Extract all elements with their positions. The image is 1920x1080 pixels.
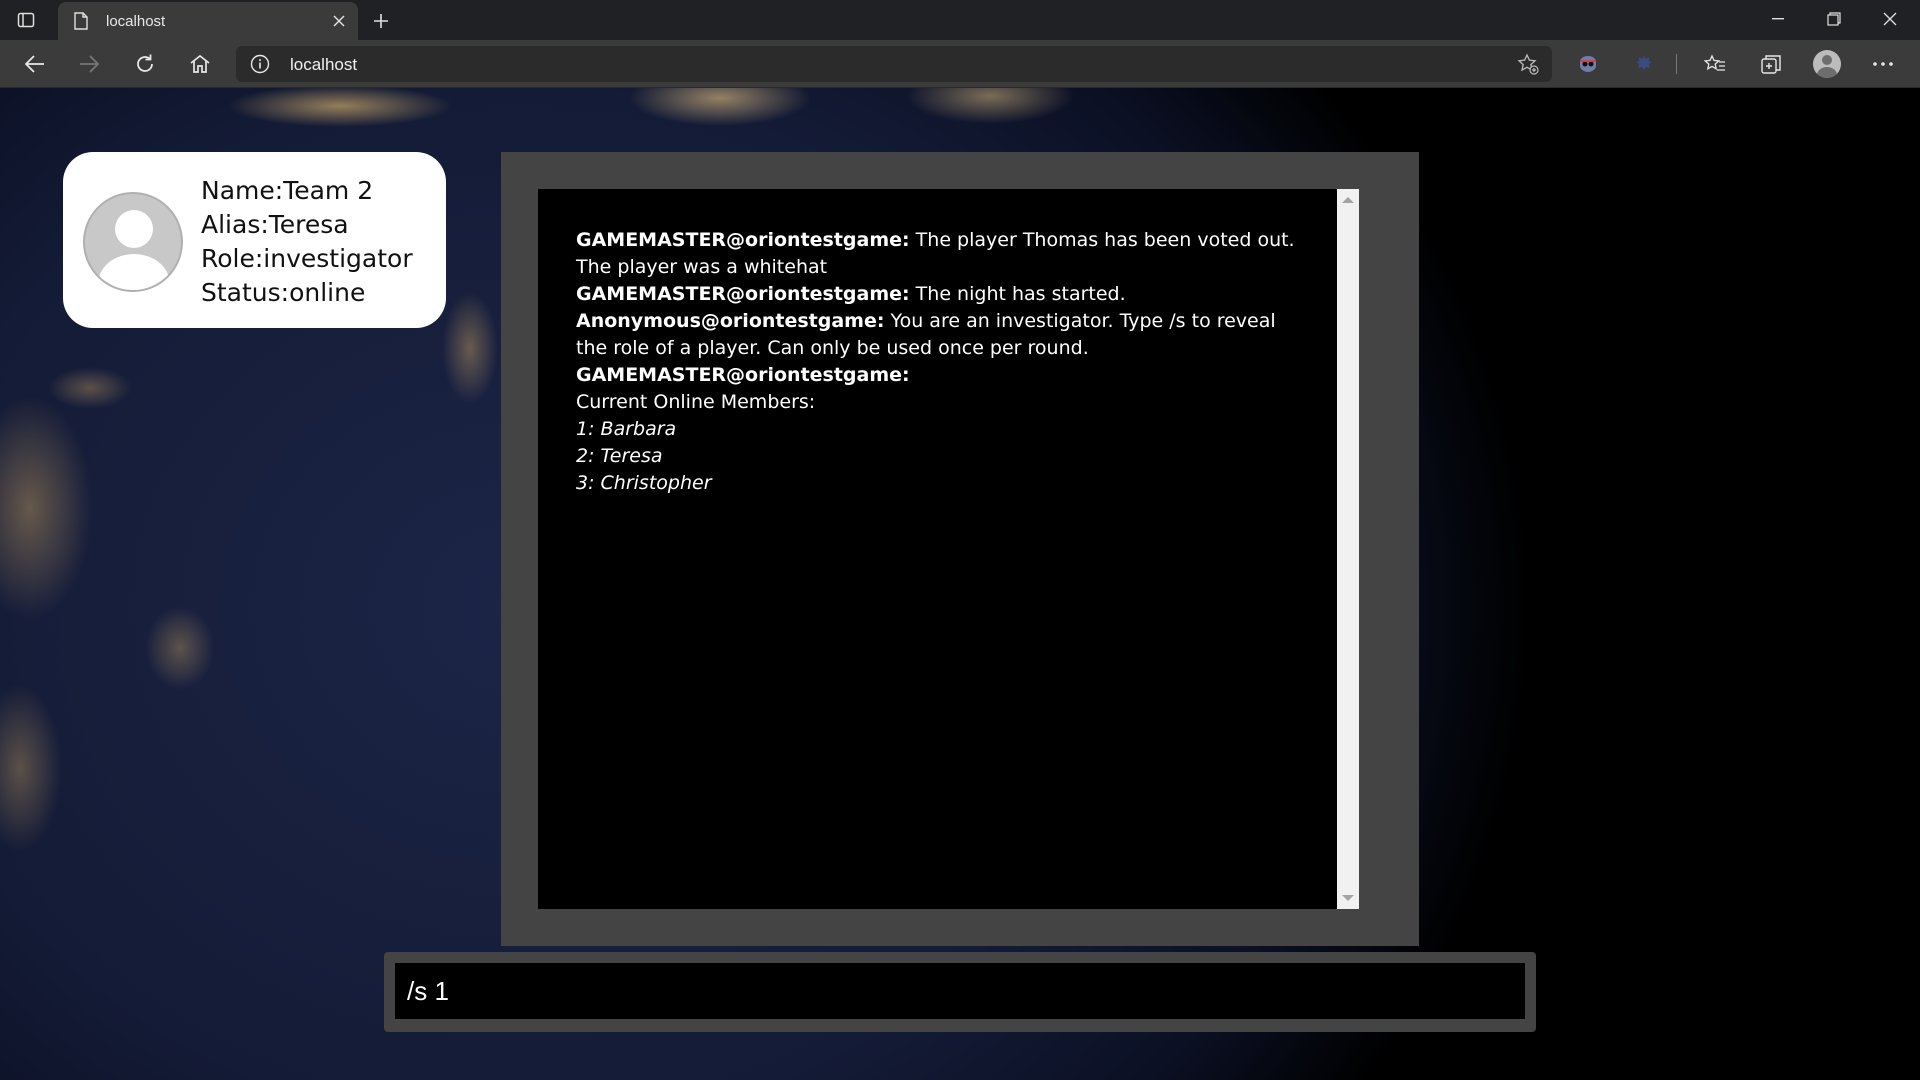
add-favorite-icon[interactable] (1516, 52, 1540, 76)
back-icon[interactable] (20, 49, 50, 79)
member-item: 2: Teresa (576, 445, 663, 467)
browser-tab[interactable]: localhost (58, 2, 358, 40)
refresh-icon[interactable] (130, 49, 160, 79)
extension-icon[interactable] (1573, 49, 1603, 79)
more-menu-icon[interactable] (1868, 49, 1898, 79)
members-heading: Current Online Members: (576, 391, 816, 413)
tab-bar: localhost (0, 0, 1920, 40)
profile-name: Name:Team 2 (201, 176, 374, 205)
chat-input[interactable] (395, 963, 1525, 1019)
profile-icon[interactable] (1812, 49, 1842, 79)
game-page: Name:Team 2 Alias:Teresa Role:investigat… (0, 88, 1920, 1080)
chat-message: Anonymous@oriontestgame: You are an inve… (576, 308, 1311, 362)
message-text: The night has started. (909, 283, 1126, 305)
toolbar-separator (1676, 54, 1677, 74)
chat-scrollbar[interactable] (1337, 189, 1359, 909)
close-tab-icon[interactable] (328, 10, 350, 32)
chat-panel: GAMEMASTER@oriontestgame: The player Tho… (501, 152, 1419, 946)
restore-icon[interactable] (1806, 0, 1862, 38)
collections-icon[interactable] (1756, 49, 1786, 79)
message-sender: GAMEMASTER@oriontestgame: (576, 229, 910, 251)
chat-messages: GAMEMASTER@oriontestgame: The player Tho… (576, 227, 1311, 497)
chat-input-frame (384, 952, 1536, 1032)
minimize-icon[interactable] (1750, 0, 1806, 38)
scroll-up-arrow-icon[interactable] (1342, 197, 1354, 203)
message-sender: GAMEMASTER@oriontestgame: (576, 283, 910, 305)
browser-toolbar: localhost (0, 40, 1920, 88)
member-item: 3: Christopher (576, 472, 712, 494)
profile-card: Name:Team 2 Alias:Teresa Role:investigat… (63, 152, 446, 328)
profile-status: Status:online (201, 278, 366, 307)
new-tab-icon[interactable] (368, 8, 394, 34)
tab-actions-icon[interactable] (14, 8, 38, 32)
scrollbar-thumb[interactable] (1340, 211, 1356, 887)
forward-icon[interactable] (74, 49, 104, 79)
profile-info: Name:Team 2 Alias:Teresa Role:investigat… (201, 174, 413, 310)
favorites-icon[interactable] (1700, 49, 1730, 79)
profile-role: Role:investigator (201, 244, 413, 273)
avatar (83, 192, 183, 292)
close-window-icon[interactable] (1862, 0, 1918, 38)
address-bar[interactable]: localhost (236, 46, 1552, 82)
chat-log[interactable]: GAMEMASTER@oriontestgame: The player Tho… (538, 189, 1359, 909)
home-icon[interactable] (185, 49, 215, 79)
page-icon (72, 12, 90, 30)
chat-message: GAMEMASTER@oriontestgame: (576, 362, 1311, 389)
member-item: 1: Barbara (576, 418, 677, 440)
site-info-icon[interactable] (250, 54, 270, 74)
message-sender: GAMEMASTER@oriontestgame: (576, 364, 910, 386)
extension-puzzle-icon[interactable] (1629, 49, 1659, 79)
scroll-down-arrow-icon[interactable] (1342, 895, 1354, 901)
chat-message: GAMEMASTER@oriontestgame: The night has … (576, 281, 1311, 308)
chat-message: GAMEMASTER@oriontestgame: The player Tho… (576, 227, 1311, 281)
profile-alias: Alias:Teresa (201, 210, 349, 239)
address-bar-url: localhost (290, 55, 358, 74)
message-sender: Anonymous@oriontestgame: (576, 310, 885, 332)
tab-title: localhost (106, 13, 166, 30)
